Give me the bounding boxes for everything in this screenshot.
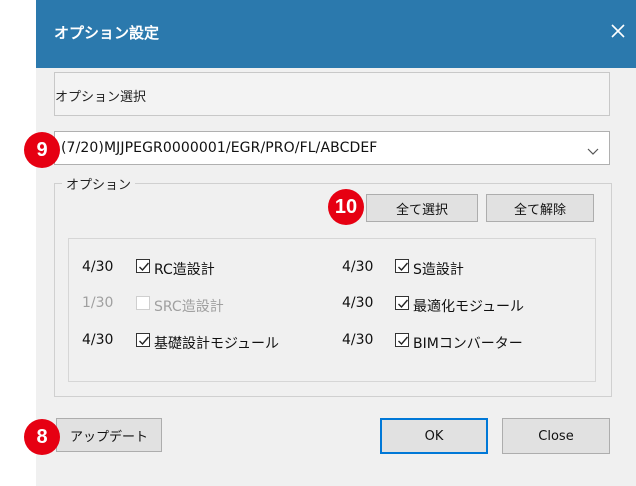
checkbox-bim[interactable] [395, 333, 409, 347]
option-label-src: SRC造設計 [154, 299, 224, 315]
option-count-foundation: 4/30 [82, 332, 114, 348]
license-combobox[interactable]: (7/20)MJJPEGR0000001/EGR/PRO/FL/ABCDEF [54, 131, 610, 165]
annotation-badge-8: 8 [24, 419, 60, 455]
option-label-s[interactable]: S造設計 [413, 259, 464, 279]
option-count-bim: 4/30 [342, 332, 374, 348]
selection-label-box: オプション選択 [54, 72, 610, 116]
ok-button[interactable]: OK [380, 418, 488, 454]
dialog-title: オプション設定 [54, 24, 160, 42]
checkbox-rc[interactable] [136, 259, 150, 273]
option-label-optimization[interactable]: 最適化モジュール [413, 296, 524, 316]
update-button[interactable]: アップデート [56, 418, 162, 452]
options-dialog: オプション設定 オプション選択 (7/20)MJJPEGR0000001/EGR… [36, 0, 636, 486]
title-bar: オプション設定 [36, 0, 636, 68]
annotation-badge-9: 9 [24, 132, 60, 168]
checkbox-optimization[interactable] [395, 296, 409, 310]
chevron-down-icon[interactable] [587, 142, 599, 155]
option-label-rc[interactable]: RC造設計 [154, 259, 215, 279]
checkbox-src [136, 296, 150, 310]
option-count-s: 4/30 [342, 259, 374, 275]
option-count-rc: 4/30 [82, 259, 114, 275]
option-label-bim[interactable]: BIMコンバーター [413, 333, 523, 353]
annotation-badge-10: 10 [328, 189, 364, 225]
select-all-button[interactable]: 全て選択 [366, 194, 478, 222]
combo-value: (7/20)MJJPEGR0000001/EGR/PRO/FL/ABCDEF [61, 140, 378, 156]
checkbox-s[interactable] [395, 259, 409, 273]
option-count-optimization: 4/30 [342, 295, 374, 311]
option-count-src: 1/30 [82, 295, 114, 311]
checkbox-foundation[interactable] [136, 333, 150, 347]
options-group-title: オプション [62, 174, 136, 193]
close-icon[interactable] [606, 19, 630, 43]
selection-label: オプション選択 [55, 90, 147, 105]
clear-all-button[interactable]: 全て解除 [486, 194, 594, 222]
option-label-foundation[interactable]: 基礎設計モジュール [154, 333, 279, 353]
close-button[interactable]: Close [502, 418, 610, 454]
